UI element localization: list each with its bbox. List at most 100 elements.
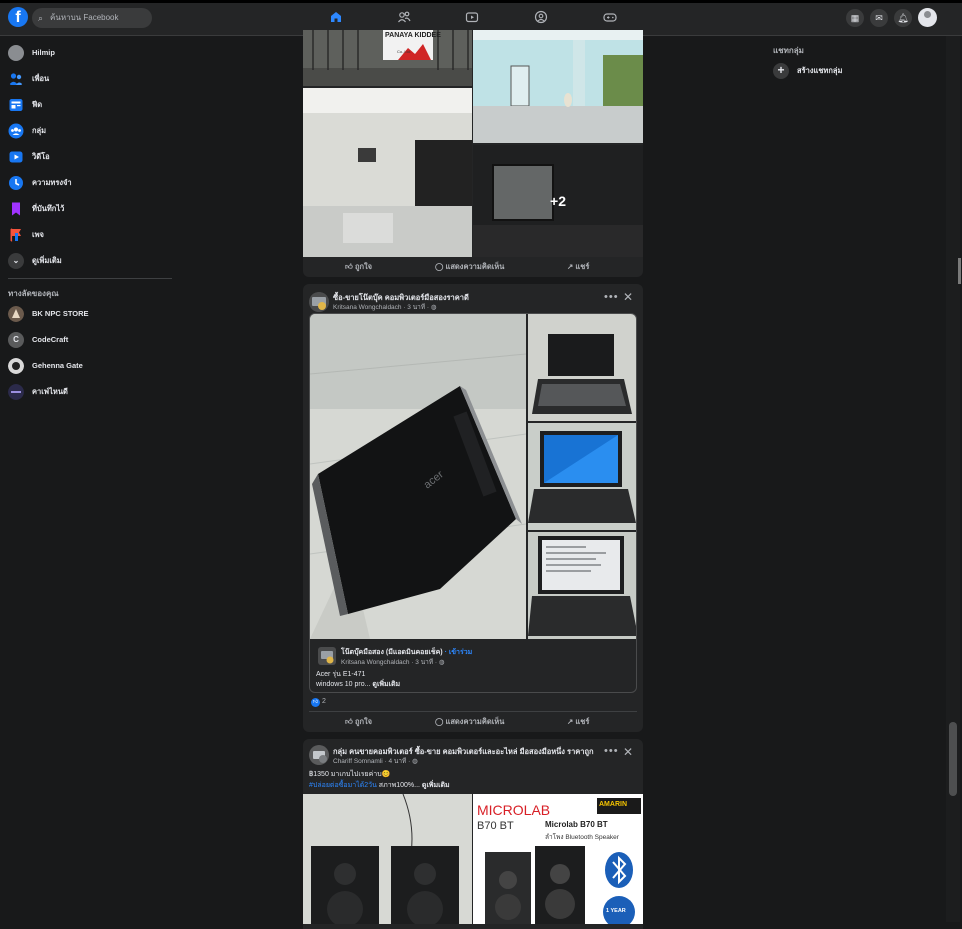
sidebar-item-see-more[interactable]: ⌄ ดูเพิ่มเติม	[8, 252, 178, 272]
see-more-link[interactable]: ดูเพิ่มเติม	[372, 681, 400, 688]
product-ad-photo[interactable]: MICROLAB B70 BT Microlab B70 BT ลำโพง Bl…	[473, 794, 643, 924]
scrollbar-thumb[interactable]	[949, 722, 957, 796]
post-text-line2: #ปล่อยต่อซื้อมาได้2วัน สภาพ100%... ดูเพิ…	[309, 782, 450, 789]
post-laptop-sale: ซื้อ-ขายโน๊ตบุ๊ค คอมพิวเตอร์มือสองราคาดี…	[303, 284, 643, 732]
house-interior-photo	[303, 88, 472, 257]
more-photos-count: +2	[550, 193, 566, 209]
sidebar-item-friends[interactable]: เพื่อน	[8, 70, 178, 90]
create-group-chat-button[interactable]: + สร้างแชทกลุ่ม	[773, 63, 842, 79]
comment-button[interactable]: ◯ แสดงความคิดเห็น	[435, 257, 504, 277]
ad-product-name: Microlab B70 BT	[545, 820, 608, 829]
close-icon[interactable]: ✕	[623, 745, 633, 759]
post-photo[interactable]: +2	[473, 145, 643, 257]
search-icon: ⌕	[38, 13, 44, 23]
banner-subtext: Co.,Ltd.	[397, 49, 412, 54]
reaction-summary[interactable]: 👍︎ 2	[311, 698, 326, 707]
post-author-time: Kritsana Wongchaldach · 3 นาที · ◍	[333, 304, 437, 311]
post-photo[interactable]: PANAYA KIDDEE Co.,Ltd.	[303, 30, 472, 86]
share-button[interactable]: ↗ แชร์	[567, 257, 589, 277]
menu-grid-icon[interactable]: ▦	[846, 9, 864, 27]
house-porch-photo	[473, 30, 643, 143]
group-chats-heading: แชทกลุ่ม	[773, 46, 804, 55]
post-text-line1: ฿1350 มาเกบไปเรยค่าบ😊	[309, 771, 391, 778]
notifications-icon[interactable]: 🔔︎	[894, 9, 912, 27]
laptop-main-photo[interactable]: acer	[310, 314, 526, 639]
laptop-settings-photo	[528, 532, 636, 639]
comment-button[interactable]: ◯ แสดงความคิดเห็น	[435, 712, 504, 732]
post-author-time: Chariff Somnamli · 4 นาที · ◍	[333, 758, 418, 765]
shortcut-codecraft[interactable]: C CodeCraft	[8, 331, 178, 351]
post-photo[interactable]	[303, 88, 472, 257]
groups-icon[interactable]	[534, 10, 548, 24]
hashtag-link[interactable]: #ปล่อยต่อซื้อมาได้2วัน	[309, 782, 377, 789]
messenger-icon[interactable]: ✉	[870, 9, 888, 27]
shared-group-avatar[interactable]	[318, 647, 336, 665]
post-actions: 👍︎ ถูกใจ ◯ แสดงความคิดเห็น ↗ แชร์	[303, 257, 643, 277]
watch-icon[interactable]	[465, 10, 479, 24]
group-avatar[interactable]	[309, 292, 329, 312]
ad-description: ลำโพง Bluetooth Speaker	[545, 834, 619, 841]
shared-post-card[interactable]: acer โน๊ตบุ๊คมือสอง (มีแอดมินคอยเช็ค) · …	[309, 313, 637, 693]
shortcut-avatar	[8, 306, 24, 322]
sidebar-item-groups[interactable]: กลุ่ม	[8, 122, 178, 142]
ad-model: B70 BT	[477, 820, 514, 832]
shortcut-gehenna-gate[interactable]: Gehenna Gate	[8, 357, 178, 377]
groups-icon	[8, 123, 24, 139]
laptop-windows-photo	[528, 423, 636, 530]
facebook-logo[interactable]: f	[8, 7, 28, 27]
plus-icon: +	[773, 63, 789, 79]
shortcuts-heading: ทางลัดของคุณ	[8, 289, 59, 298]
see-more-link[interactable]: ดูเพิ่มเติม	[422, 782, 450, 789]
join-group-link[interactable]: · เข้าร่วม	[443, 649, 473, 656]
globe-icon: ◍	[412, 758, 418, 765]
like-button[interactable]: 👍︎ ถูกใจ	[345, 712, 372, 732]
shortcut-avatar	[8, 358, 24, 374]
laptop-photo[interactable]	[528, 532, 636, 639]
sidebar-item-memories[interactable]: ความทรงจำ	[8, 174, 178, 194]
more-options-icon[interactable]: •••	[604, 291, 619, 303]
pages-icon	[10, 228, 21, 242]
post-speaker-sale: กลุ่ม คนขายคอมพิวเตอร์ ซื้อ-ขาย คอมพิวเต…	[303, 739, 643, 929]
sidebar-divider	[8, 278, 172, 279]
account-avatar[interactable]	[918, 8, 937, 27]
laptop-open-photo	[528, 314, 636, 421]
video-icon	[9, 151, 23, 163]
globe-icon: ◍	[430, 304, 437, 311]
profile-avatar	[8, 45, 24, 61]
share-button[interactable]: ↗ แชร์	[567, 712, 589, 732]
friends-icon	[9, 73, 23, 85]
more-options-icon[interactable]: •••	[604, 745, 619, 757]
globe-icon: ◍	[438, 659, 445, 666]
laptop-photo[interactable]	[528, 314, 636, 421]
sidebar-item-pages[interactable]: เพจ	[8, 226, 178, 246]
home-icon[interactable]	[329, 10, 343, 24]
speakers-photo	[303, 794, 472, 924]
friends-icon[interactable]	[397, 10, 411, 24]
chevron-down-icon: ⌄	[8, 253, 24, 269]
sidebar-item-profile[interactable]: Hilmip	[8, 44, 178, 64]
gaming-icon[interactable]	[603, 10, 617, 24]
post-photo[interactable]	[303, 794, 472, 924]
comment-icon: ◯	[435, 717, 444, 726]
shortcut-cafe[interactable]: คาเฟ่ไหนดี	[8, 383, 178, 403]
close-icon[interactable]: ✕	[623, 290, 633, 304]
shortcut-bk-npc-store[interactable]: BK NPC STORE	[8, 305, 178, 325]
like-icon: 👍︎	[345, 717, 353, 726]
post-actions: 👍︎ ถูกใจ ◯ แสดงความคิดเห็น ↗ แชร์	[303, 712, 643, 732]
sidebar-item-saved[interactable]: ที่บันทึกไว้	[8, 200, 178, 220]
post-photo[interactable]	[473, 30, 643, 143]
share-icon: ↗	[567, 262, 574, 271]
sidebar-item-feed[interactable]: ฟีด	[8, 96, 178, 116]
search-input[interactable]: ⌕ ค้นหาบน Facebook	[32, 8, 152, 28]
ad-warranty-badge: 1 YEAR	[606, 908, 626, 914]
memories-icon	[9, 176, 23, 190]
banner-text: PANAYA KIDDEE	[385, 32, 441, 39]
sidebar-item-video[interactable]: วิดีโอ	[8, 148, 178, 168]
post-house-listing: PANAYA KIDDEE Co.,Ltd. +2 👍︎ ถูกใจ ◯ แสด…	[303, 30, 643, 277]
group-avatar[interactable]	[309, 745, 329, 765]
laptop-closed-photo	[310, 314, 526, 639]
like-button[interactable]: 👍︎ ถูกใจ	[345, 257, 372, 277]
shortcut-avatar	[8, 384, 24, 400]
laptop-photo[interactable]	[528, 423, 636, 530]
like-reaction-icon: 👍︎	[311, 698, 320, 707]
